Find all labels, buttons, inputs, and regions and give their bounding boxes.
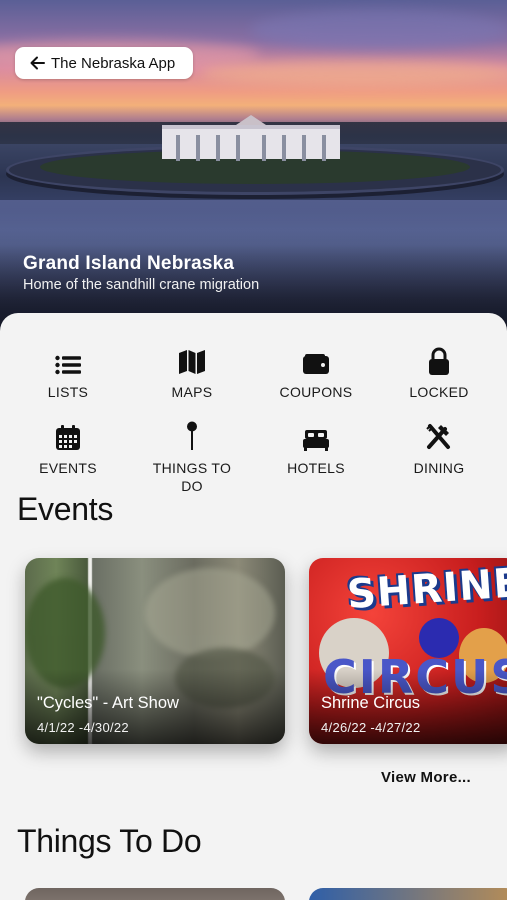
event-card[interactable]: SHRINE CIRCUS Shrine Circus 4/26/22 -4/2… [309,558,507,744]
back-button[interactable]: The Nebraska App [15,47,193,79]
page-title: Grand Island Nebraska [23,253,235,274]
content-sheet: LISTS MAPS COUPONS LOCKED EVENTS THINGS … [0,313,507,900]
map-icon [179,350,205,374]
list-icon [55,355,81,375]
menu-maps[interactable]: MAPS [132,345,252,401]
event-card-title: Shrine Circus [321,694,421,712]
back-button-label: The Nebraska App [51,54,176,72]
menu-coupons-label: COUPONS [279,384,353,400]
menu-things-to-do[interactable]: THINGS TO DO [132,421,252,495]
utensils-icon [426,424,450,449]
wallet-icon [303,354,329,374]
event-card-title: "Cycles" - Art Show [37,694,179,712]
menu-lists[interactable]: LISTS [8,345,128,401]
menu-events-label: EVENTS [39,460,97,476]
sky-streak [200,60,507,86]
thing-card[interactable] [25,888,285,900]
event-card-dates: 4/26/22 -4/27/22 [321,720,421,735]
menu-hotels-label: HOTELS [287,460,345,476]
menu-locked[interactable]: LOCKED [379,345,499,401]
menu-dining-label: DINING [413,460,465,476]
events-section-title: Events [17,491,114,527]
menu-locked-label: LOCKED [409,384,469,400]
menu-lists-label: LISTS [47,384,89,400]
calendar-icon [56,425,80,450]
menu-things-to-do-label: THINGS TO DO [152,460,232,494]
event-card-dates: 4/1/22 -4/30/22 [37,720,129,735]
art-foliage [145,568,275,658]
menu-maps-label: MAPS [171,384,213,400]
view-more-link[interactable]: View More... [381,769,471,786]
page-subtitle: Home of the sandhill crane migration [23,277,260,293]
menu-coupons[interactable]: COUPONS [256,345,376,401]
arrow-left-icon [30,56,45,70]
building [162,115,340,161]
menu-events[interactable]: EVENTS [8,421,128,477]
pin-icon [187,421,197,450]
menu-hotels[interactable]: HOTELS [256,421,376,477]
lock-icon [429,347,449,375]
menu-dining[interactable]: DINING [379,421,499,477]
sky-streak [250,10,507,50]
event-card[interactable]: "Cycles" - Art Show 4/1/22 -4/30/22 [25,558,285,744]
things-to-do-section-title: Things To Do [17,823,202,859]
circus-poster-text: SHRINE [345,559,507,619]
bed-icon [303,430,329,451]
thing-card[interactable] [309,888,507,900]
